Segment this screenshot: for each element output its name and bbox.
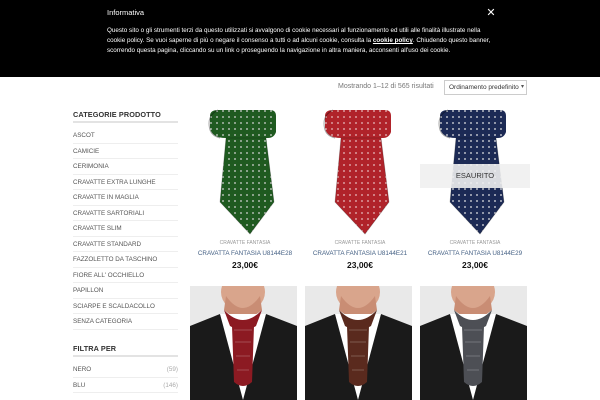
cookie-title: Informativa xyxy=(107,8,145,17)
filter-label: NERO xyxy=(73,366,92,373)
sold-out-badge: ESAURITO xyxy=(420,164,530,188)
divider xyxy=(73,121,178,123)
product-price: 23,00€ xyxy=(462,260,488,270)
filter-item[interactable]: NERO (59) xyxy=(73,362,178,378)
sidebar-category-item[interactable]: SENZA CATEGORIA xyxy=(73,314,178,330)
cookie-banner: Informativa Questo sito o gli strumenti … xyxy=(0,0,600,77)
sidebar-category-item[interactable]: SCIARPE E SCALDACOLLO xyxy=(73,299,178,314)
sidebar-category-item[interactable]: CRAVATTE IN MAGLIA xyxy=(73,190,178,206)
sidebar-category-item[interactable]: PAPILLON xyxy=(73,283,178,299)
filter-item[interactable]: BLU (146) xyxy=(73,378,178,393)
product-category: CRAVATTE FANTASIA xyxy=(334,240,386,246)
sidebar-category-item[interactable]: ASCOT xyxy=(73,128,178,144)
product-image[interactable] xyxy=(305,102,415,237)
chevron-down-icon: ▾ xyxy=(520,84,524,90)
product-card[interactable]: ESAURITO CRAVATTE FANTASIA CRAVATTA FANTAS… xyxy=(420,102,530,270)
product-image[interactable] xyxy=(420,286,527,400)
divider xyxy=(73,355,178,357)
results-count: Mostrando 1–12 di 565 risultati xyxy=(338,83,434,90)
category-list: ASCOT CAMICIE CERIMONIA CRAVATTE EXTRA LUNG… xyxy=(73,128,178,330)
sidebar-category-item[interactable]: CRAVATTE SARTORIALI xyxy=(73,206,178,221)
sort-label: Ordinamento predefinito xyxy=(449,84,519,91)
sidebar-category-item[interactable]: CAMICIE xyxy=(73,144,178,159)
product-category: CRAVATTE FANTASIA xyxy=(449,240,501,246)
product-card[interactable]: CRAVATTE FANTASIA CRAVATTA FANTASIA U8144… xyxy=(190,102,300,270)
sidebar-category-item[interactable]: FAZZOLETTO DA TASCHINO xyxy=(73,252,178,268)
product-image[interactable]: ESAURITO xyxy=(420,102,530,237)
cookie-policy-link[interactable]: cookie policy xyxy=(373,37,413,44)
filter-label: BLU xyxy=(73,381,86,389)
product-name[interactable]: CRAVATTA FANTASIA U8144E29 xyxy=(420,250,530,257)
product-price: 23,00€ xyxy=(232,260,258,270)
product-card[interactable]: CRAVATTE FANTASIA CRAVATTA FANTASIA U8144… xyxy=(305,102,415,270)
filter-list: NERO (59) BLU (146) xyxy=(73,362,178,393)
product-category: CRAVATTE FANTASIA xyxy=(219,240,271,246)
filter-heading: FILTRA PER xyxy=(73,344,117,353)
filter-count: (59) xyxy=(166,366,178,373)
sidebar-category-item[interactable]: CRAVATTE SLIM xyxy=(73,221,178,237)
product-image[interactable] xyxy=(190,102,300,237)
product-price: 23,00€ xyxy=(347,260,373,270)
sidebar-category-item[interactable]: CRAVATTE STANDARD xyxy=(73,237,178,252)
sidebar-category-item[interactable]: FIORE ALL' OCCHIELLO xyxy=(73,268,178,283)
product-name[interactable]: CRAVATTA FANTASIA U8144E28 xyxy=(190,250,300,257)
product-name[interactable]: CRAVATTA FANTASIA U8144E21 xyxy=(305,250,415,257)
filter-count: (146) xyxy=(163,381,178,389)
cookie-text: Questo sito o gli strumenti terzi da que… xyxy=(107,26,492,56)
sort-select[interactable]: Ordinamento predefinito ▾ xyxy=(444,80,527,95)
product-image[interactable] xyxy=(305,286,412,400)
sidebar-category-item[interactable]: CRAVATTE EXTRA LUNGHE xyxy=(73,175,178,190)
product-image[interactable] xyxy=(190,286,297,400)
close-icon[interactable]: ✕ xyxy=(484,6,498,20)
sidebar-category-item[interactable]: CERIMONIA xyxy=(73,159,178,175)
categories-heading: CATEGORIE PRODOTTO xyxy=(73,110,161,119)
